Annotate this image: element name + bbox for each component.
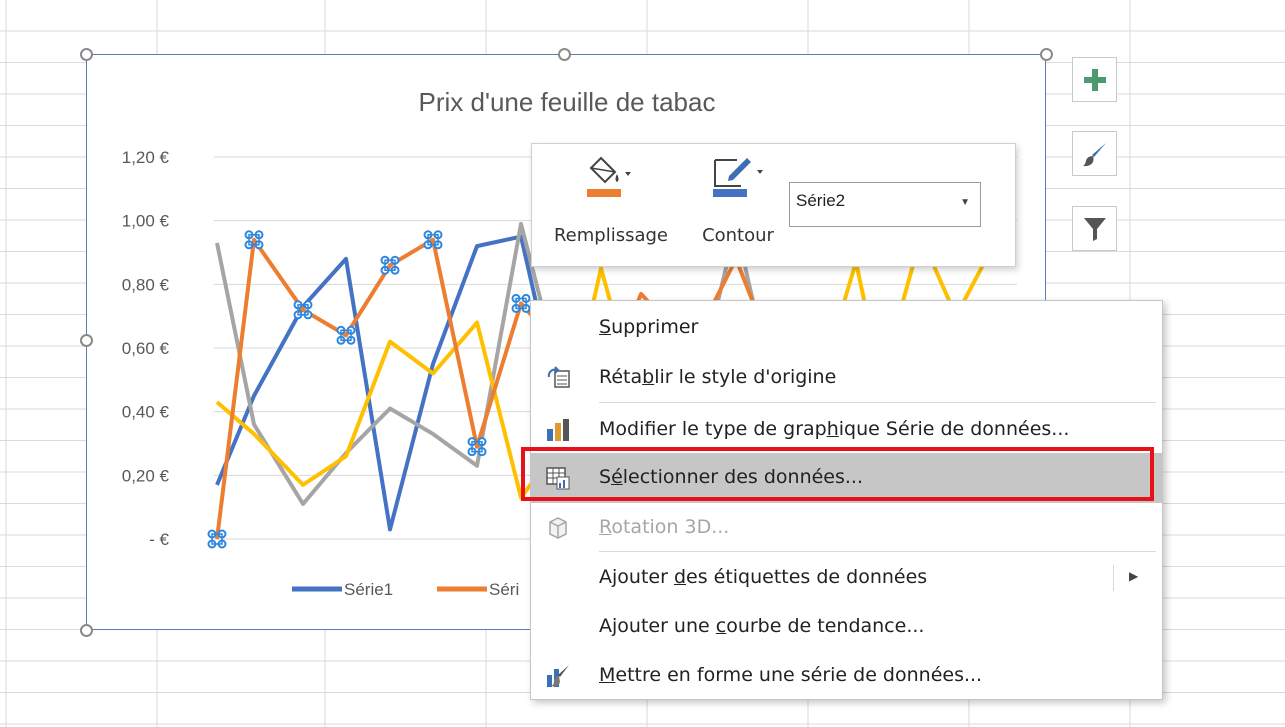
- chevron-right-icon: ▶: [1129, 569, 1139, 583]
- y-tick-label: 0,80 €: [122, 275, 170, 294]
- resize-handle-bottom-left[interactable]: [80, 624, 93, 637]
- context-menu-item: Rotation 3D...: [531, 503, 1162, 553]
- y-tick-label: 1,00 €: [122, 212, 170, 231]
- series-selector-value: Série2: [796, 191, 846, 210]
- context-menu-item[interactable]: Mettre en forme une série de données...: [531, 651, 1162, 701]
- filter-icon: [1083, 217, 1106, 241]
- series-selector-dropdown[interactable]: Série2 ▼: [789, 182, 981, 227]
- chart-type-icon: [545, 417, 571, 443]
- chart-filters-button[interactable]: [1072, 206, 1117, 251]
- submenu-separator: [1113, 565, 1114, 591]
- chart-elements-button[interactable]: [1072, 57, 1117, 102]
- format-series-icon: [545, 663, 571, 689]
- chart-title: Prix d'une feuille de tabac: [419, 87, 716, 117]
- resize-handle-top-left[interactable]: [80, 48, 93, 61]
- resize-handle-top-right[interactable]: [1040, 48, 1053, 61]
- outline-button[interactable]: Contour: [690, 152, 786, 246]
- context-menu-item[interactable]: Ajouter une courbe de tendance...: [531, 602, 1162, 652]
- fill-label: Remplissage: [553, 225, 669, 246]
- resize-handle-middle-left[interactable]: [80, 334, 93, 347]
- fill-button[interactable]: Remplissage: [546, 152, 676, 246]
- pen-outline-icon: [713, 158, 763, 197]
- y-tick-label: 0,40 €: [122, 403, 170, 422]
- y-tick-label: 0,60 €: [122, 339, 170, 358]
- reset-style-icon: [545, 365, 571, 391]
- menu-separator: [599, 551, 1156, 552]
- context-menu-item[interactable]: Ajouter des étiquettes de données ▶: [531, 553, 1162, 603]
- context-menu-item-label: Rétablir le style d'origine: [599, 366, 837, 388]
- context-menu-item[interactable]: Supprimer: [531, 303, 1162, 353]
- outline-color-swatch: [713, 189, 747, 197]
- context-menu-item[interactable]: Rétablir le style d'origine: [531, 353, 1162, 403]
- context-menu-item-label: Ajouter des étiquettes de données: [599, 566, 928, 588]
- y-tick-label: - €: [149, 530, 169, 549]
- legend-label: Série1: [344, 580, 393, 599]
- y-tick-label: 1,20 €: [122, 148, 170, 167]
- outline-label: Contour: [702, 225, 774, 246]
- context-menu-item-label: Mettre en forme une série de données...: [599, 664, 983, 686]
- context-menu-item-label: Supprimer: [599, 316, 699, 338]
- mini-format-toolbar: Remplissage Contour Série2 ▼: [531, 143, 1016, 267]
- menu-separator: [599, 402, 1156, 403]
- chart-styles-button[interactable]: [1072, 131, 1117, 176]
- context-menu-item-label: Rotation 3D...: [599, 516, 730, 538]
- context-menu-item-label: Modifier le type de graphique Série de d…: [599, 418, 1070, 440]
- chevron-down-icon: ▼: [960, 197, 970, 208]
- context-menu-item-label: Ajouter une courbe de tendance...: [599, 615, 925, 637]
- fill-color-swatch: [587, 189, 621, 197]
- resize-handle-top-center[interactable]: [558, 48, 571, 61]
- paint-bucket-icon: [587, 156, 631, 197]
- y-tick-label: 0,20 €: [122, 466, 170, 485]
- brush-icon: [1082, 142, 1106, 166]
- plus-icon: [1083, 68, 1106, 91]
- rotation-3d-icon: [545, 515, 571, 541]
- highlight-annotation: [521, 447, 1154, 501]
- legend-label: Séri: [489, 580, 519, 599]
